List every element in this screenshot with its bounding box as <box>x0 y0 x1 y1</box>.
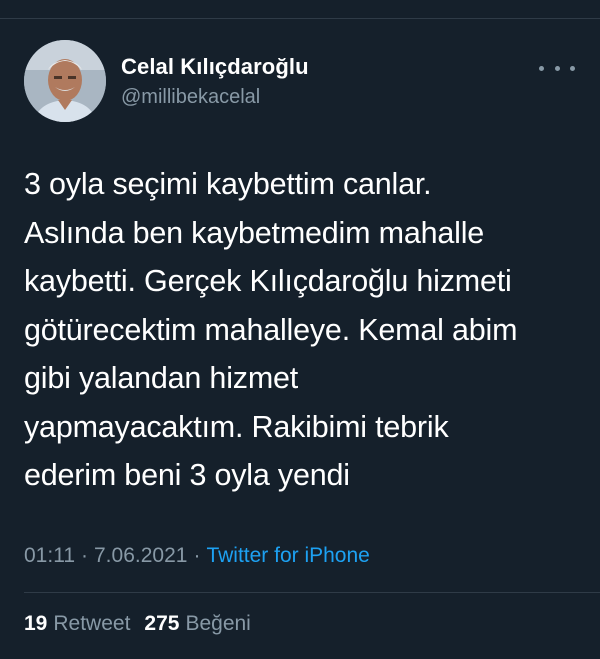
tweet-line: yapmayacaktım. Rakibimi tebrik <box>24 409 449 444</box>
tweet-meta: 01:11 · 7.06.2021 · Twitter for iPhone <box>24 544 370 568</box>
tweet-line: kaybetti. Gerçek Kılıçdaroğlu hizmeti <box>24 264 512 298</box>
tweet-date[interactable]: 7.06.2021 <box>94 544 187 567</box>
tweet-line: 3 oyla seçimi kaybettim canlar. <box>24 167 432 201</box>
likes-count: 275 <box>144 612 180 635</box>
more-dot <box>539 65 544 71</box>
tweet-time[interactable]: 01:11 <box>24 544 75 567</box>
avatar-image <box>24 40 106 122</box>
tweet-line: ederim beni 3 oyla yendi <box>24 458 350 492</box>
tweet-stats: 19 Retweet 275 Beğeni <box>24 612 251 636</box>
stats-divider <box>24 592 600 593</box>
more-dot <box>570 65 575 71</box>
tweet-line: Aslında ben kaybetmedim mahalle <box>24 215 485 250</box>
tweet-source-link[interactable]: Twitter for iPhone <box>206 544 369 567</box>
author-display-name[interactable]: Celal Kılıçdaroğlu <box>121 54 309 80</box>
retweets-stat[interactable]: 19 Retweet <box>24 612 130 635</box>
retweets-label: Retweet <box>53 612 131 635</box>
more-options-icon[interactable] <box>539 58 575 78</box>
avatar[interactable] <box>24 40 106 122</box>
top-divider <box>0 18 600 19</box>
meta-separator: · <box>193 544 201 567</box>
tweet-text: 3 oyla seçimi kaybettim canlar. Aslında … <box>24 160 584 500</box>
tweet-detail: Celal Kılıçdaroğlu @millibekacelal 3 oyl… <box>0 0 600 659</box>
retweets-count: 19 <box>24 612 48 635</box>
more-dot <box>554 65 560 71</box>
meta-separator: · <box>81 544 88 567</box>
author-handle[interactable]: @millibekacelal <box>121 86 260 109</box>
likes-label: Beğeni <box>185 612 251 635</box>
likes-stat[interactable]: 275 Beğeni <box>144 612 250 635</box>
tweet-line: götürecektim mahalleye. Kemal abim <box>24 312 518 347</box>
tweet-line: gibi yalandan hizmet <box>24 361 299 395</box>
